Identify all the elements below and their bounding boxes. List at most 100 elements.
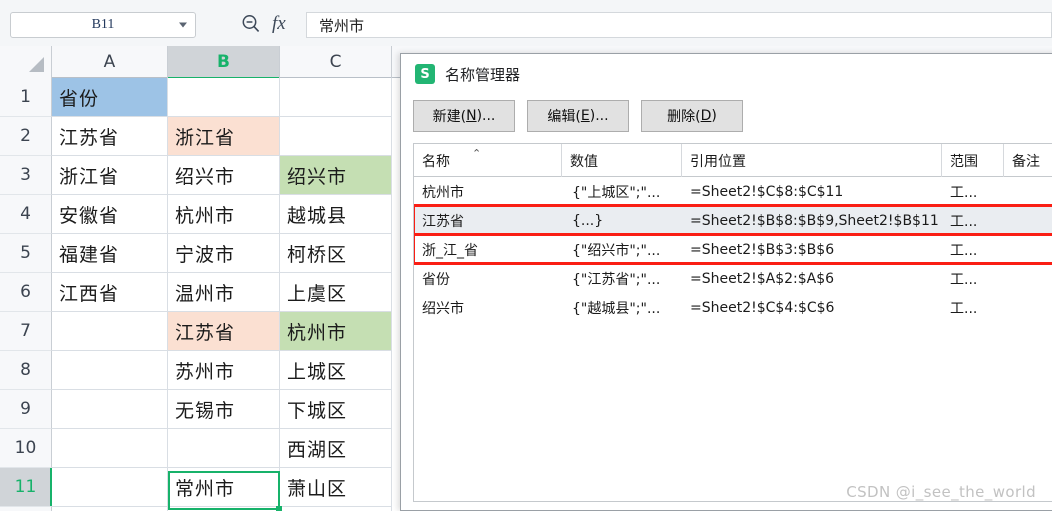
- cell-C6[interactable]: 上虞区: [280, 273, 392, 312]
- column-header-refers_to[interactable]: 引用位置: [682, 144, 942, 177]
- cell-C12[interactable]: [280, 507, 392, 511]
- header-label: 备注: [1012, 153, 1040, 170]
- cell-B1[interactable]: [168, 78, 280, 117]
- cell-B11[interactable]: 常州市: [168, 468, 280, 507]
- cell-C11[interactable]: 萧山区: [280, 468, 392, 507]
- row-header-12[interactable]: 12: [0, 507, 52, 511]
- cell-comment: [1012, 293, 1052, 322]
- cell-scope: 工...: [950, 300, 978, 317]
- cell-C10[interactable]: 西湖区: [280, 429, 392, 468]
- cell-A8[interactable]: [52, 351, 168, 390]
- cell-B2[interactable]: 浙江省: [168, 117, 280, 156]
- cell-B6[interactable]: 温州市: [168, 273, 280, 312]
- formula-input[interactable]: 常州市: [306, 12, 1052, 38]
- row-header-4[interactable]: 4: [0, 195, 52, 234]
- cell-value: {"江苏省";"...: [572, 271, 661, 288]
- cell-B10[interactable]: [168, 429, 280, 468]
- cell-A9[interactable]: [52, 390, 168, 429]
- table-row[interactable]: 浙_江_省 {"绍兴市";"... =Sheet2!$B$3:$B$6 工...: [414, 235, 1052, 264]
- row-header-1[interactable]: 1: [0, 78, 52, 117]
- header-label: 范围: [950, 153, 978, 170]
- magnifier-minus-icon[interactable]: [240, 13, 262, 35]
- button-label-prefix: 新建(: [432, 109, 467, 125]
- row-header-7[interactable]: 7: [0, 312, 52, 351]
- cell-B7[interactable]: 江苏省: [168, 312, 280, 351]
- cell-A6[interactable]: 江西省: [52, 273, 168, 312]
- cell-A4[interactable]: 安徽省: [52, 195, 168, 234]
- row-header-8[interactable]: 8: [0, 351, 52, 390]
- table-row[interactable]: 江苏省 {...} =Sheet2!$B$8:$B$9,Sheet2!$B$11 工.…: [414, 206, 1052, 235]
- cell-name: 杭州市: [422, 184, 464, 201]
- excel-window: B11 fx 常州市 ABC 123456789101112 省份江苏省浙江省浙…: [0, 0, 1052, 511]
- button-accesskey: E: [580, 108, 590, 124]
- cell-scope: 工...: [950, 184, 978, 201]
- cell-A3[interactable]: 浙江省: [52, 156, 168, 195]
- column-header-value[interactable]: 数值: [562, 144, 682, 177]
- row-header-5[interactable]: 5: [0, 234, 52, 273]
- column-header-c[interactable]: C: [280, 46, 392, 78]
- cell-refers_to: =Sheet2!$C$4:$C$6: [690, 299, 835, 316]
- dialog-button-bar: 新建(N)... 编辑(E)... 删除(D): [413, 100, 743, 132]
- row-header-3[interactable]: 3: [0, 156, 52, 195]
- column-header-b[interactable]: B: [168, 46, 280, 79]
- names-table: 名称 ⌃ 数值 引用位置 范围 备注 杭州市 {"上城区";"... =Sheet2!$C$8…: [413, 143, 1052, 502]
- names-table-header: 名称 ⌃ 数值 引用位置 范围 备注: [414, 144, 1052, 177]
- cell-C3[interactable]: 绍兴市: [280, 156, 392, 195]
- dialog-button-2[interactable]: 删除(D): [641, 100, 743, 132]
- fx-icon[interactable]: fx: [272, 13, 286, 35]
- row-header-6[interactable]: 6: [0, 273, 52, 312]
- cell-A1[interactable]: 省份: [52, 78, 168, 117]
- button-accesskey: N: [466, 108, 477, 124]
- cell-B4[interactable]: 杭州市: [168, 195, 280, 234]
- cell-C7[interactable]: 杭州市: [280, 312, 392, 351]
- cell-C2[interactable]: [280, 117, 392, 156]
- column-header-name[interactable]: 名称 ⌃: [414, 144, 562, 177]
- button-label-suffix: )...: [589, 108, 609, 124]
- cell-B3[interactable]: 绍兴市: [168, 156, 280, 195]
- app-logo-icon: S: [415, 64, 435, 84]
- cell-B8[interactable]: 苏州市: [168, 351, 280, 390]
- column-header-scope[interactable]: 范围: [942, 144, 1004, 177]
- select-all-corner[interactable]: [0, 46, 52, 78]
- cell-B5[interactable]: 宁波市: [168, 234, 280, 273]
- row-header-11[interactable]: 11: [0, 468, 52, 507]
- cell-C9[interactable]: 下城区: [280, 390, 392, 429]
- row-header-9[interactable]: 9: [0, 390, 52, 429]
- cell-comment: [1012, 177, 1052, 206]
- cell-A5[interactable]: 福建省: [52, 234, 168, 273]
- cell-refers_to: =Sheet2!$B$8:$B$9,Sheet2!$B$11: [690, 212, 939, 229]
- dialog-title: 名称管理器: [445, 65, 521, 84]
- cell-A2[interactable]: 江苏省: [52, 117, 168, 156]
- dialog-button-1[interactable]: 编辑(E)...: [527, 100, 629, 132]
- cell-C4[interactable]: 越城县: [280, 195, 392, 234]
- cell-B12[interactable]: [168, 507, 280, 511]
- dialog-button-0[interactable]: 新建(N)...: [413, 100, 515, 132]
- cell-C5[interactable]: 柯桥区: [280, 234, 392, 273]
- row-header-2[interactable]: 2: [0, 117, 52, 156]
- formula-bar: B11 fx 常州市: [0, 0, 1052, 46]
- table-row[interactable]: 省份 {"江苏省";"... =Sheet2!$A$2:$A$6 工...: [414, 264, 1052, 293]
- cell-value: {"上城区";"...: [572, 184, 661, 201]
- column-header-comment[interactable]: 备注: [1004, 144, 1052, 177]
- button-label-suffix: )...: [476, 108, 496, 124]
- name-box-value: B11: [91, 17, 115, 32]
- cell-A11[interactable]: [52, 468, 168, 507]
- table-row[interactable]: 绍兴市 {"越城县";"... =Sheet2!$C$4:$C$6 工...: [414, 293, 1052, 322]
- header-label: 引用位置: [690, 153, 746, 170]
- cell-A10[interactable]: [52, 429, 168, 468]
- cell-A12[interactable]: [52, 507, 168, 511]
- cell-refers_to: =Sheet2!$B$3:$B$6: [690, 241, 835, 258]
- chevron-down-icon[interactable]: [179, 22, 187, 28]
- cell-C1[interactable]: [280, 78, 392, 117]
- cell-B9[interactable]: 无锡市: [168, 390, 280, 429]
- row-header-10[interactable]: 10: [0, 429, 52, 468]
- table-row[interactable]: 杭州市 {"上城区";"... =Sheet2!$C$8:$C$11 工...: [414, 177, 1052, 206]
- cell-name: 浙_江_省: [422, 242, 478, 259]
- column-header-a[interactable]: A: [52, 46, 168, 78]
- name-box[interactable]: B11: [10, 12, 196, 38]
- sort-ascending-icon: ⌃: [472, 147, 482, 160]
- cell-A7[interactable]: [52, 312, 168, 351]
- cell-refers_to: =Sheet2!$A$2:$A$6: [690, 270, 835, 287]
- corner-triangle-icon: [29, 57, 44, 72]
- cell-C8[interactable]: 上城区: [280, 351, 392, 390]
